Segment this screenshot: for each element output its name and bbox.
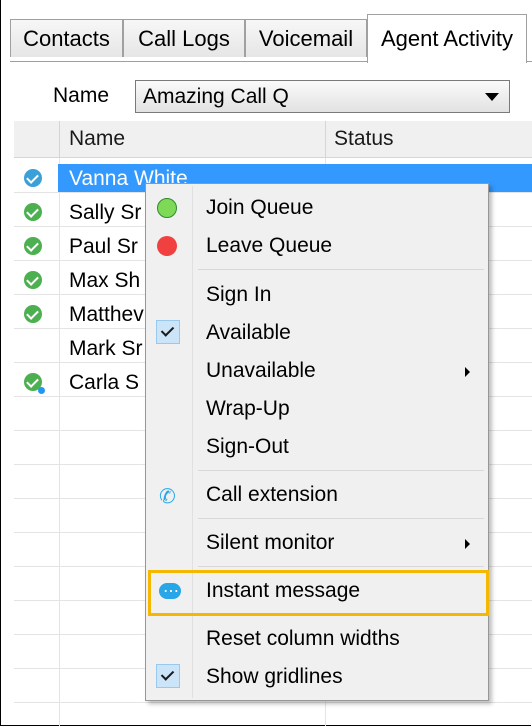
- menu-item-label: Sign-Out: [206, 435, 289, 458]
- menu-separator: [198, 269, 484, 270]
- check-circle-dot-icon: [24, 373, 45, 394]
- menu-item-show-gridlines[interactable]: Show gridlines: [148, 659, 486, 695]
- check-circle-icon: [24, 169, 42, 187]
- menu-separator: [198, 614, 484, 615]
- menu-item-label: Leave Queue: [206, 234, 333, 257]
- menu-item-label: Reset column widths: [206, 627, 400, 650]
- column-header-status[interactable]: Status: [334, 127, 394, 151]
- grid-header: Name Status: [14, 121, 532, 158]
- check-circle-icon: [24, 237, 42, 255]
- menu-item-instant-message[interactable]: Instant message: [148, 573, 486, 609]
- phone-icon: ✆: [159, 486, 176, 508]
- chat-bubble-icon: [159, 577, 181, 599]
- tab-strip: Contacts Call Logs Voicemail Agent Activ…: [10, 14, 532, 63]
- menu-item-available[interactable]: Available: [148, 315, 486, 351]
- check-circle-icon: [24, 203, 42, 221]
- column-divider[interactable]: [59, 121, 60, 157]
- red-circle-icon: [157, 236, 177, 256]
- menu-item-label: Call extension: [206, 483, 338, 506]
- gridline: [14, 702, 532, 703]
- menu-item-reset-column-widths[interactable]: Reset column widths: [148, 621, 486, 657]
- menu-item-label: Wrap-Up: [206, 397, 290, 420]
- agent-name: Matthev: [69, 303, 144, 326]
- menu-item-label: Sign In: [206, 283, 272, 306]
- submenu-arrow-icon: [465, 539, 470, 549]
- menu-item-label: Show gridlines: [206, 665, 343, 688]
- agent-name: Carla S: [69, 371, 140, 394]
- agent-name: Max Sh: [69, 269, 141, 292]
- menu-item-label: Join Queue: [206, 196, 314, 219]
- green-circle-icon: [157, 198, 177, 218]
- dropdown-arrow-icon: [485, 93, 499, 101]
- agent-name: Paul Sr: [69, 235, 138, 258]
- menu-item-label: Instant message: [206, 579, 361, 602]
- menu-item-sign-in[interactable]: Sign In: [148, 277, 486, 313]
- agent-name: Sally Sr: [69, 201, 142, 224]
- menu-item-label: Available: [206, 321, 291, 344]
- menu-item-sign-out[interactable]: Sign-Out: [148, 429, 486, 465]
- menu-item-call-extension[interactable]: ✆ Call extension: [148, 477, 486, 513]
- menu-item-wrap-up[interactable]: Wrap-Up: [148, 391, 486, 427]
- tab-voicemail[interactable]: Voicemail: [245, 19, 367, 57]
- check-circle-icon: [24, 305, 42, 323]
- menu-item-join-queue[interactable]: Join Queue: [148, 190, 486, 226]
- menu-item-leave-queue[interactable]: Leave Queue: [148, 228, 486, 264]
- queue-select[interactable]: Amazing Call Q: [135, 80, 510, 113]
- submenu-arrow-icon: [465, 367, 470, 377]
- menu-item-unavailable[interactable]: Unavailable: [148, 353, 486, 389]
- menu-separator: [198, 518, 484, 519]
- menu-item-label: Unavailable: [206, 359, 316, 382]
- tab-agent-activity[interactable]: Agent Activity: [367, 14, 527, 63]
- check-circle-icon: [24, 271, 42, 289]
- queue-filter-label: Name: [53, 84, 110, 107]
- column-header-name[interactable]: Name: [69, 127, 125, 151]
- tab-contacts[interactable]: Contacts: [10, 19, 123, 57]
- tab-call-logs[interactable]: Call Logs: [123, 19, 245, 57]
- check-icon: [156, 320, 180, 344]
- menu-separator: [198, 470, 484, 471]
- context-menu: Join Queue Leave Queue Sign In Available…: [145, 183, 489, 701]
- queue-select-value: Amazing Call Q: [143, 85, 289, 108]
- column-divider[interactable]: [325, 121, 326, 157]
- menu-separator: [198, 566, 484, 567]
- agent-name: Mark Sr: [69, 337, 143, 360]
- menu-item-label: Silent monitor: [206, 531, 335, 554]
- check-icon: [156, 664, 180, 688]
- menu-item-silent-monitor[interactable]: Silent monitor: [148, 525, 486, 561]
